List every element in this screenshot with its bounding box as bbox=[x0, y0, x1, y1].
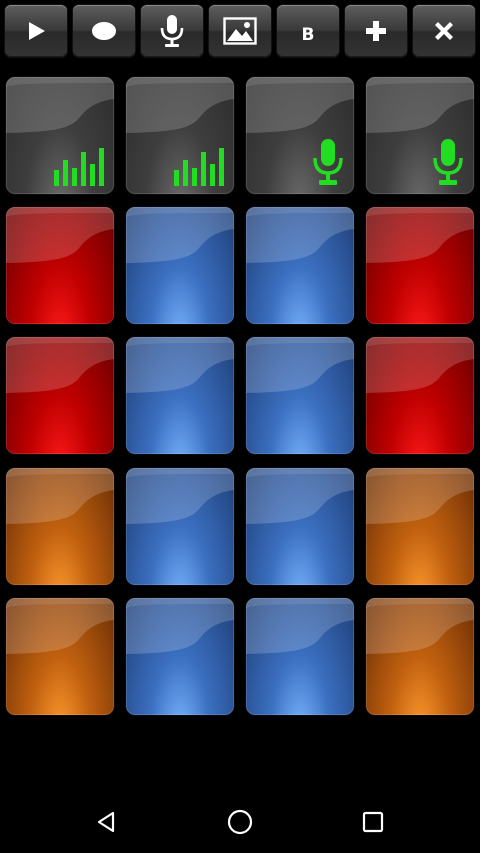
recents-button[interactable] bbox=[353, 802, 393, 842]
image-button[interactable] bbox=[209, 5, 271, 57]
recents-icon bbox=[362, 811, 384, 833]
pad-gray-microphone-r1c3[interactable] bbox=[246, 77, 354, 194]
pad-gloss bbox=[366, 598, 474, 654]
close-button[interactable] bbox=[413, 5, 475, 57]
pad-orange-r5c1[interactable] bbox=[6, 598, 114, 715]
pad-gloss bbox=[246, 468, 354, 524]
close-icon bbox=[435, 22, 453, 40]
pad-blue-r2c2[interactable] bbox=[126, 207, 234, 324]
record-button[interactable] bbox=[73, 5, 135, 57]
pad-orange-r4c4[interactable] bbox=[366, 468, 474, 585]
pad-blue-r5c3[interactable] bbox=[246, 598, 354, 715]
pad-red-r3c1[interactable] bbox=[6, 337, 114, 454]
pad-gloss bbox=[126, 207, 234, 263]
mic-button[interactable] bbox=[141, 5, 203, 57]
pad-gloss bbox=[6, 337, 114, 393]
pad-gloss bbox=[126, 598, 234, 654]
pad-red-r2c4[interactable] bbox=[366, 207, 474, 324]
pad-gloss bbox=[126, 337, 234, 393]
play-icon bbox=[29, 22, 45, 40]
pad-gloss bbox=[6, 598, 114, 654]
microphone-icon bbox=[313, 139, 343, 185]
pad-blue-r3c3[interactable] bbox=[246, 337, 354, 454]
back-button[interactable] bbox=[87, 802, 127, 842]
plus-icon bbox=[366, 21, 386, 41]
microphone-icon bbox=[160, 15, 184, 47]
pad-orange-r5c4[interactable] bbox=[366, 598, 474, 715]
pad-orange-r4c1[interactable] bbox=[6, 468, 114, 585]
pad-gloss bbox=[246, 207, 354, 263]
pad-blue-r4c3[interactable] bbox=[246, 468, 354, 585]
pad-gloss bbox=[6, 207, 114, 263]
pad-blue-r4c2[interactable] bbox=[126, 468, 234, 585]
back-icon bbox=[97, 811, 115, 833]
play-button[interactable] bbox=[5, 5, 67, 57]
pad-gloss bbox=[366, 337, 474, 393]
home-button[interactable] bbox=[220, 802, 260, 842]
b-button-label: B bbox=[301, 25, 315, 45]
b-button[interactable]: B bbox=[277, 5, 339, 57]
pad-red-r3c4[interactable] bbox=[366, 337, 474, 454]
equalizer-icon bbox=[174, 148, 224, 186]
pad-blue-r3c2[interactable] bbox=[126, 337, 234, 454]
toolbar: B bbox=[0, 0, 480, 64]
pad-red-r2c1[interactable] bbox=[6, 207, 114, 324]
navigation-bar bbox=[0, 780, 480, 853]
pad-blue-r2c3[interactable] bbox=[246, 207, 354, 324]
equalizer-icon bbox=[54, 148, 104, 186]
pad-gray-equalizer-r1c2[interactable] bbox=[126, 77, 234, 194]
pad-gray-microphone-r1c4[interactable] bbox=[366, 77, 474, 194]
pad-gloss bbox=[246, 337, 354, 393]
pad-gloss bbox=[126, 468, 234, 524]
pad-gloss bbox=[366, 207, 474, 263]
home-icon bbox=[227, 809, 253, 835]
microphone-icon bbox=[433, 139, 463, 185]
image-icon bbox=[223, 17, 257, 45]
pad-blue-r5c2[interactable] bbox=[126, 598, 234, 715]
pad-gray-equalizer-r1c1[interactable] bbox=[6, 77, 114, 194]
record-dot-icon bbox=[92, 22, 116, 40]
add-button[interactable] bbox=[345, 5, 407, 57]
pad-gloss bbox=[6, 468, 114, 524]
pad-gloss bbox=[246, 598, 354, 654]
pad-gloss bbox=[366, 468, 474, 524]
